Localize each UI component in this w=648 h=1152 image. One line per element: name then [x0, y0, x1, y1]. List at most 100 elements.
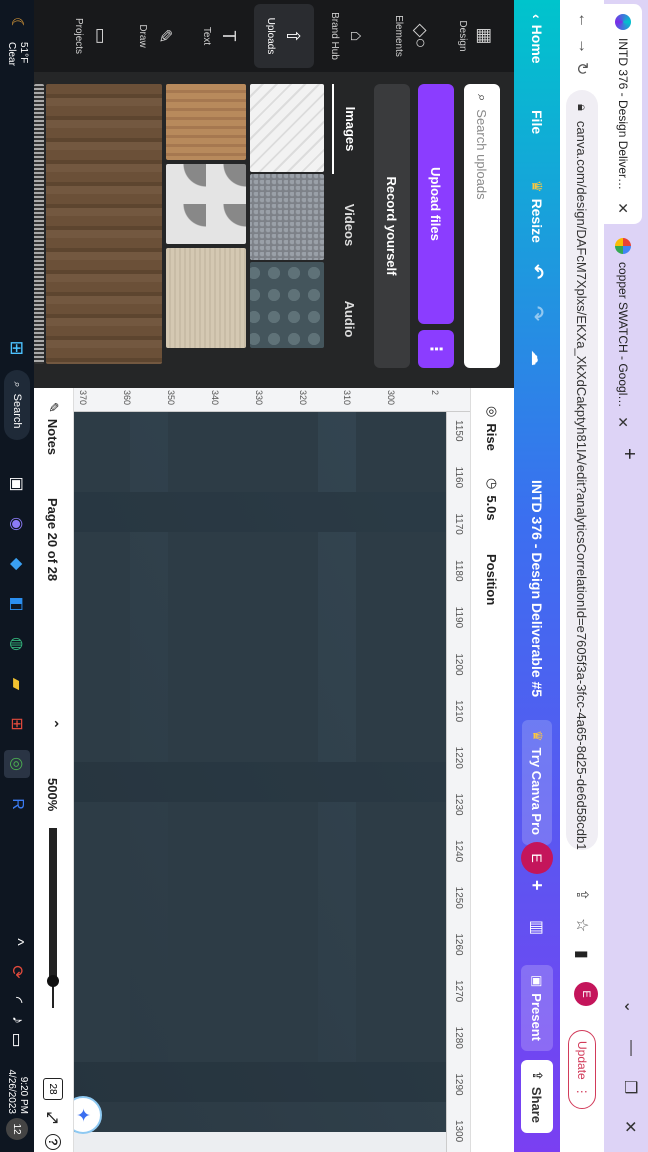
upload-thumbnail[interactable] [250, 262, 324, 348]
ruler-tick-label: 1250 [453, 886, 464, 909]
upload-thumbnail[interactable] [34, 84, 44, 364]
task-view-icon[interactable]: ▣ [4, 470, 30, 498]
position-button[interactable]: Position [470, 554, 514, 605]
file-button[interactable]: File [514, 110, 560, 134]
ruler-tick-label: 1280 [453, 1026, 464, 1049]
clock-date: 4/26/2023 [6, 1069, 17, 1115]
rail-item-draw[interactable]: ✎ Draw [126, 4, 186, 68]
chrome-icon[interactable]: ◎ [4, 750, 30, 778]
page-grid-button[interactable]: 28 [43, 1078, 63, 1100]
rail-item-design[interactable]: ▦ Design [446, 4, 506, 68]
cloud-upload-icon: ⇧ [283, 28, 303, 44]
clock-icon: ◷ [485, 478, 500, 490]
reload-icon[interactable]: ↻ [572, 62, 592, 75]
undo-button[interactable]: ↶ [514, 264, 560, 279]
expand-pages-icon[interactable]: ⌃ [33, 718, 73, 730]
chevron-left-icon: ‹ [529, 14, 545, 19]
restore-icon[interactable]: ❐ [620, 1080, 640, 1094]
notification-count[interactable]: 12 [6, 1118, 28, 1140]
omnibox[interactable]: 🔒︎ canva.com/design/DAFcM7Xplxs/EKXa_XkX… [566, 90, 598, 850]
taskbar-search[interactable]: ⌕ Search [4, 370, 30, 440]
new-tab-icon[interactable]: + [617, 448, 640, 460]
share-label: Share [529, 1086, 545, 1124]
edge-icon[interactable]: ◍ [4, 630, 30, 658]
close-tab-icon[interactable]: ✕ [615, 416, 632, 428]
upload-thumbnail[interactable] [250, 84, 324, 172]
vertical-scrollbar[interactable] [74, 1134, 446, 1148]
crown-icon: ♛ [529, 180, 546, 193]
tab-google[interactable]: copper SWATCH - Google Search ✕ [604, 228, 642, 438]
rail-item-brand-hub[interactable]: ⌂ Brand Hub [318, 4, 378, 68]
add-collaborator-icon[interactable]: + [514, 880, 560, 891]
search-uploads-input[interactable]: ⌕ Search uploads [464, 84, 500, 368]
analytics-icon[interactable]: ▥ [514, 920, 560, 935]
weather-widget[interactable]: 51°F Clear [0, 42, 34, 66]
upload-files-button[interactable]: Upload files [418, 84, 454, 324]
rail-item-projects[interactable]: ▭ Projects [62, 4, 122, 68]
notes-button[interactable]: ✎ Notes [33, 402, 73, 455]
upload-thumbnail[interactable] [250, 174, 324, 260]
profile-avatar[interactable]: E [574, 982, 598, 1006]
fullscreen-icon[interactable]: ⤢ [33, 1112, 73, 1123]
back-icon[interactable]: ← [574, 12, 592, 28]
chevron-up-icon[interactable]: ^ [4, 928, 30, 956]
tray-app-icon[interactable]: ⟳ [4, 958, 30, 986]
rail-item-uploads[interactable]: ⇧ Uploads [254, 4, 314, 68]
pen-icon: ✎ [155, 28, 175, 44]
home-button[interactable]: ‹ Home [514, 14, 560, 64]
redo-button[interactable]: ↷ [514, 306, 560, 321]
tab-images[interactable]: Images [332, 84, 368, 174]
ruler-tick-label: 330 [254, 390, 264, 406]
try-canva-pro-button[interactable]: ♛ Try Canva Pro [522, 720, 552, 846]
zoom-slider-handle[interactable] [47, 975, 59, 987]
update-button[interactable]: Update ⋮ [568, 1030, 596, 1109]
search-icon: ⌕ [11, 381, 24, 388]
app-icon[interactable]: ◧ [4, 590, 30, 618]
windows-start-icon[interactable]: ⊞ [4, 334, 30, 362]
zoom-level[interactable]: 500% [33, 778, 73, 811]
zoom-slider[interactable] [47, 828, 59, 1008]
help-button[interactable]: ? [33, 1134, 73, 1150]
more-options-button[interactable]: ⋮ [418, 330, 454, 368]
share-button[interactable]: ⇪ Share [521, 1060, 553, 1134]
battery-icon[interactable]: ▭ [4, 1026, 30, 1054]
upload-thumbnail[interactable] [46, 84, 162, 364]
teams-icon[interactable]: ◉ [4, 510, 30, 538]
minimize-icon[interactable]: — [622, 1040, 640, 1056]
upload-thumbnail[interactable] [166, 164, 246, 244]
page-indicator[interactable]: Page 20 of 28 [33, 498, 73, 581]
ruler-tick-label: 1220 [453, 746, 464, 769]
app-r-icon[interactable]: R [4, 790, 30, 818]
file-explorer-icon[interactable]: ▰ [4, 670, 30, 698]
present-button[interactable]: ▣ Present [521, 965, 553, 1051]
moon-weather-icon[interactable]: ☾ [4, 10, 30, 38]
design-canvas[interactable] [74, 412, 446, 1132]
cloud-save-icon[interactable]: ☁︎ [514, 350, 560, 366]
duration-button[interactable]: ◷ 5.0s [470, 478, 514, 521]
canvas-area: ◎ Rise ◷ 5.0s Position 1150 1160 1170 1180 1… [34, 388, 514, 1152]
document-title[interactable]: INTD 376 - Design Deliverable #5 [514, 480, 560, 697]
tab-search-chevron-icon[interactable]: ⌄ [620, 1000, 640, 1013]
tab-audio[interactable]: Audio [332, 274, 368, 364]
resize-button[interactable]: ♛ Resize [514, 180, 560, 243]
forward-icon[interactable]: → [574, 38, 592, 54]
record-yourself-button[interactable]: Record yourself [374, 84, 410, 368]
sidepanel-icon[interactable]: ▮ [572, 950, 592, 959]
rail-item-text[interactable]: T Text [190, 4, 250, 68]
close-window-icon[interactable]: ✕ [620, 1120, 640, 1133]
ruler-tick-label: 1260 [453, 933, 464, 956]
tab-canva[interactable]: INTD 376 - Design Deliverable # ✕ [604, 4, 642, 224]
upload-thumbnail[interactable] [166, 248, 246, 348]
collaborator-avatar[interactable]: E [521, 842, 553, 874]
tab-videos[interactable]: Videos [332, 180, 368, 270]
close-tab-icon[interactable]: ✕ [615, 202, 632, 214]
ruler-tick-label: 1210 [453, 700, 464, 723]
app-icon[interactable]: ◆ [4, 550, 30, 578]
bookmark-star-icon[interactable]: ☆ [572, 918, 592, 932]
animate-rise-button[interactable]: ◎ Rise [470, 406, 514, 451]
microsoft-store-icon[interactable]: ⊞ [4, 710, 30, 738]
rail-item-elements[interactable]: ◇○ Elements [382, 4, 442, 68]
share-page-icon[interactable]: ⇪ [572, 888, 592, 901]
upload-thumbnail[interactable] [166, 84, 246, 160]
clock[interactable]: 9:20 PM 4/26/2023 [0, 1064, 34, 1115]
